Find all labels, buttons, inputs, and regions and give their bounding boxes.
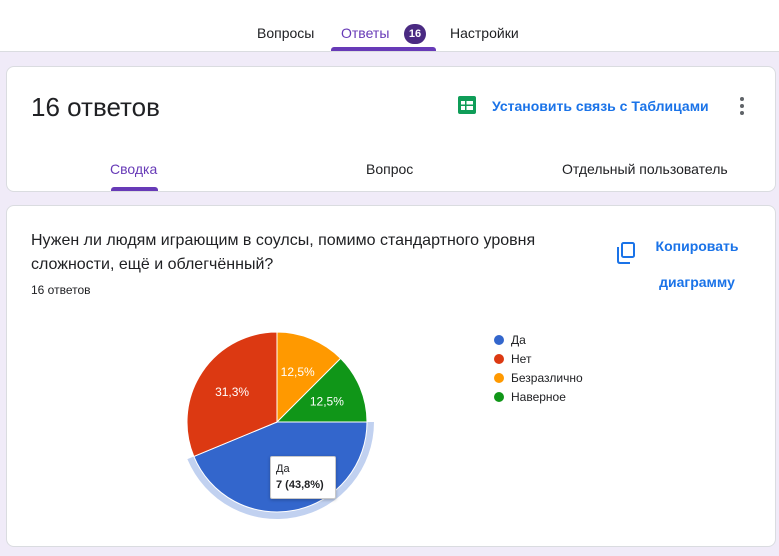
legend-item: Наверное [494, 387, 583, 406]
more-vert-icon[interactable] [738, 96, 746, 116]
tooltip-value: 7 (43,8%) [276, 479, 324, 491]
tab-questions[interactable]: Вопросы [257, 25, 314, 41]
responses-count-title: 16 ответов [31, 92, 160, 122]
copy-chart-label-1: Копировать [655, 238, 739, 254]
legend-swatch [494, 372, 504, 383]
legend-label: Наверное [511, 389, 566, 404]
subtab-question[interactable]: Вопрос [366, 161, 413, 177]
sheets-icon[interactable] [458, 96, 476, 114]
legend-swatch [494, 334, 504, 345]
question-response-count: 16 ответов [31, 283, 91, 297]
legend-label: Безразлично [511, 370, 583, 385]
legend-item: Нет [494, 349, 583, 368]
tooltip-label: Да [276, 463, 290, 475]
legend-label: Да [511, 332, 526, 347]
legend-swatch [494, 391, 504, 402]
responses-count-badge: 16 [404, 24, 426, 44]
subtab-individual[interactable]: Отдельный пользователь [562, 161, 728, 177]
active-tab-indicator [331, 47, 436, 51]
active-subtab-indicator [111, 187, 158, 191]
pie-slice-label: 31,3% [215, 385, 249, 399]
pie-chart[interactable]: 31,3% 12,5% 12,5% [157, 326, 537, 546]
copy-chart-label-2: диаграмму [659, 274, 735, 290]
legend-item: Да [494, 330, 583, 349]
legend-item: Безразлично [494, 368, 583, 387]
tab-responses[interactable]: Ответы [341, 25, 389, 41]
copy-icon[interactable] [616, 242, 636, 264]
top-nav: Вопросы Ответы 16 Настройки [0, 0, 779, 52]
legend-label: Нет [511, 351, 532, 366]
chart-tooltip: Да 7 (43,8%) [270, 456, 336, 499]
responses-summary-card: 16 ответов Установить связь с Таблицами … [6, 66, 776, 192]
question-card: Нужен ли людям играющим в соулсы, помимо… [6, 205, 776, 547]
question-title: Нужен ли людям играющим в соулсы, помимо… [31, 232, 536, 273]
pie-slice-label: 12,5% [310, 394, 344, 408]
chart-legend: Да Нет Безразлично Наверное [494, 330, 583, 406]
copy-chart-button[interactable]: Копировать диаграмму [647, 228, 747, 300]
link-to-sheets-button[interactable]: Установить связь с Таблицами [492, 98, 709, 114]
tab-settings[interactable]: Настройки [450, 25, 519, 41]
pie-slice-label: 12,5% [281, 365, 315, 379]
legend-swatch [494, 353, 504, 364]
subtab-summary[interactable]: Сводка [110, 161, 157, 177]
